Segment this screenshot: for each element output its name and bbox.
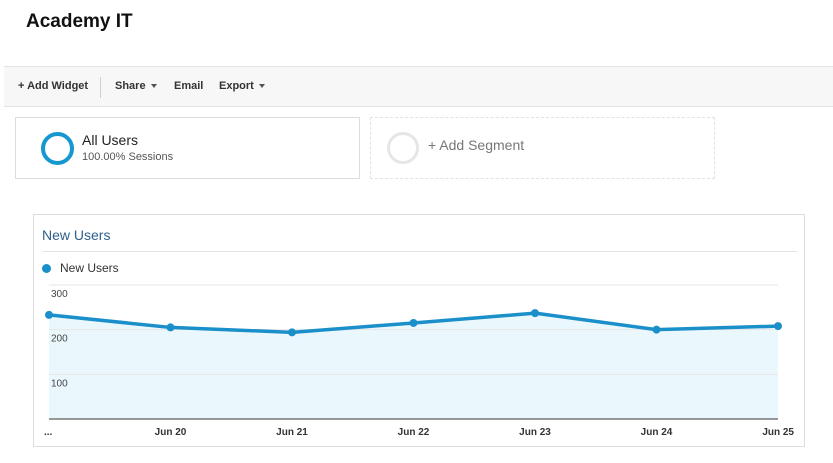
data-point — [652, 325, 661, 334]
page-title: Academy IT — [26, 11, 133, 32]
x-tick-label: ... — [44, 427, 53, 438]
y-tick-label: 300 — [51, 289, 68, 300]
x-tick-label: Jun 25 — [762, 427, 794, 438]
email-button[interactable]: Email — [174, 80, 203, 92]
chevron-down-icon — [150, 84, 157, 89]
data-point — [166, 323, 175, 332]
add-segment-label: + Add Segment — [428, 137, 525, 153]
x-tick-label: Jun 20 — [155, 427, 187, 438]
segment-color-ring-icon — [41, 132, 74, 165]
new-users-chart: 100 200 300... Jun 20 Jun 21 Jun 22 Jun 23 Jun … — [44, 284, 794, 438]
share-label: Share — [115, 80, 146, 92]
data-point — [288, 328, 296, 337]
x-tick-label: Jun 21 — [276, 427, 308, 438]
y-tick-label: 100 — [51, 378, 68, 389]
empty-segment-ring-icon — [387, 132, 419, 164]
y-tick-label: 200 — [51, 334, 68, 345]
data-point — [409, 318, 418, 327]
data-point — [45, 310, 53, 319]
new-users-widget: New Users New Users 100 200 300... Jun 20 Ju… — [33, 214, 805, 447]
data-point — [531, 309, 539, 318]
chevron-down-icon — [258, 84, 265, 89]
x-tick-label: Jun 24 — [641, 427, 673, 438]
segment-sessions-share: 100.00% Sessions — [82, 151, 174, 163]
x-tick-label: Jun 23 — [519, 427, 551, 438]
segment-all-users[interactable]: All Users 100.00% Sessions — [15, 117, 360, 179]
add-segment-button[interactable]: + Add Segment — [370, 117, 715, 179]
toolbar-divider — [100, 77, 101, 98]
share-menu-button[interactable]: Share — [115, 80, 157, 92]
export-menu-button[interactable]: Export — [219, 80, 265, 92]
export-label: Export — [219, 80, 254, 92]
dashboard-header: Academy IT — [4, 0, 833, 66]
x-tick-label: Jun 22 — [398, 427, 430, 438]
dashboard-toolbar: + Add Widget Share Email Export — [4, 66, 833, 107]
segment-name: All Users — [82, 132, 139, 148]
add-widget-button[interactable]: + Add Widget — [18, 80, 88, 92]
data-point — [774, 322, 782, 331]
